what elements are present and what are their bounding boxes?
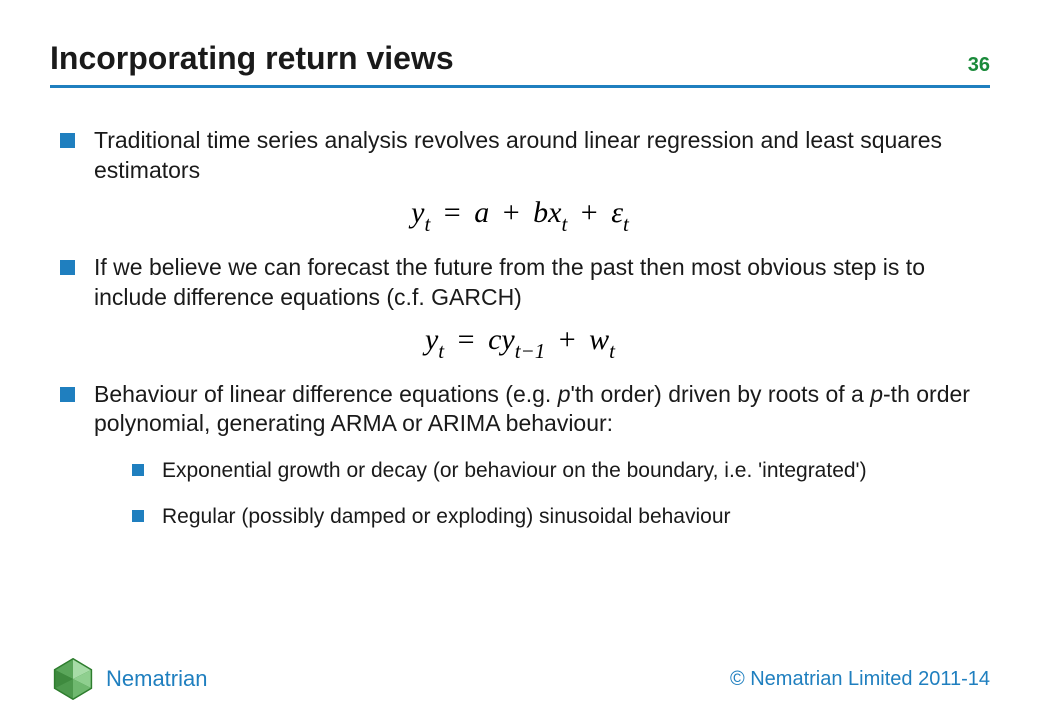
eq1-y: y: [411, 196, 424, 229]
eq2-y: y: [425, 323, 438, 356]
eq1-y-sub: t: [424, 212, 430, 236]
slide-footer: Nematrian © Nematrian Limited 2011-14: [0, 656, 1040, 702]
eq2-plus: +: [559, 323, 576, 356]
page-number: 36: [968, 54, 990, 77]
eq1-equals: =: [444, 196, 461, 229]
eq1-x-sub: t: [561, 212, 567, 236]
sub-bullet-1: Exponential growth or decay (or behaviou…: [132, 457, 980, 484]
eq1-x: x: [548, 196, 561, 229]
eq1-a: a: [474, 196, 489, 229]
sub-bullet-list: Exponential growth or decay (or behaviou…: [132, 457, 980, 530]
eq2-c: c: [488, 323, 501, 356]
bullet-list: Traditional time series analysis revolve…: [60, 126, 980, 530]
nematrian-logo-icon: [50, 656, 96, 702]
slide-title: Incorporating return views: [50, 40, 454, 77]
brand: Nematrian: [50, 656, 207, 702]
eq1-eps: ε: [611, 196, 623, 229]
eq1-plus2: +: [581, 196, 598, 229]
bullet-3-text: Behaviour of linear difference equations…: [94, 381, 970, 437]
eq2-equals: =: [458, 323, 475, 356]
eq2-w: w: [589, 323, 609, 356]
brand-name: Nematrian: [106, 666, 207, 692]
sub-bullet-1-text: Exponential growth or decay (or behaviou…: [162, 459, 867, 482]
equation-2: yt = cyt−1 + wt: [60, 323, 980, 362]
eq1-eps-sub: t: [623, 212, 629, 236]
eq2-y-sub: t: [438, 339, 444, 363]
sub-bullet-2: Regular (possibly damped or exploding) s…: [132, 503, 980, 530]
bullet-1: Traditional time series analysis revolve…: [60, 126, 980, 186]
bullet-2-text: If we believe we can forecast the future…: [94, 254, 925, 310]
eq1-plus1: +: [503, 196, 520, 229]
bullet-1-text: Traditional time series analysis revolve…: [94, 127, 942, 183]
slide: Incorporating return views 36 Traditiona…: [0, 0, 1040, 720]
equation-1: yt = a + bxt + εt: [60, 196, 980, 235]
eq2-y2: y: [501, 323, 514, 356]
sub-bullet-2-text: Regular (possibly damped or exploding) s…: [162, 505, 731, 528]
eq2-w-sub: t: [609, 339, 615, 363]
slide-header: Incorporating return views 36: [0, 0, 1040, 85]
eq1-b: b: [533, 196, 548, 229]
bullet-2: If we believe we can forecast the future…: [60, 253, 980, 313]
bullet-3: Behaviour of linear difference equations…: [60, 380, 980, 530]
eq2-y2-sub: t−1: [515, 339, 546, 363]
slide-content: Traditional time series analysis revolve…: [0, 88, 1040, 530]
copyright-text: © Nematrian Limited 2011-14: [730, 668, 990, 691]
